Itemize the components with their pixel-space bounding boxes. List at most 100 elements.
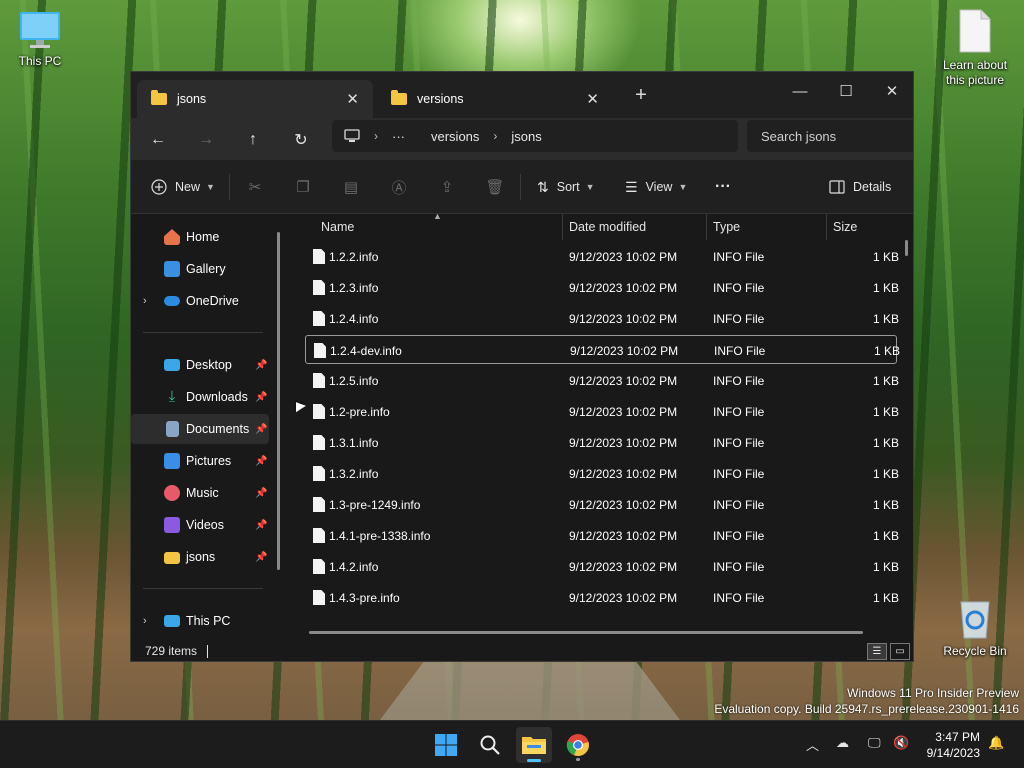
sidebar-item-desktop[interactable]: Desktop 📌 [131,350,269,380]
breadcrumb-jsons[interactable]: jsons [511,129,541,144]
tab-jsons[interactable]: jsons ✕ [137,80,373,118]
column-divider[interactable] [826,214,827,240]
tab-versions[interactable]: versions ✕ [377,80,613,118]
column-header-size[interactable]: Size [833,214,857,240]
volume-muted-icon[interactable]: 🔇 [893,735,909,751]
notification-bell-icon[interactable]: 🔔 [988,735,1004,751]
chevron-down-icon: ▼ [206,182,215,192]
file-row[interactable]: 1.3.1.info 9/12/2023 10:02 PM INFO File 1 K… [305,428,899,457]
plus-circle-icon [151,179,167,195]
close-tab-icon[interactable]: ✕ [346,90,359,108]
sidebar-item-label: Documents [186,422,250,436]
file-row[interactable]: 1.2.4-dev.info 9/12/2023 10:02 PM INFO Fil… [305,335,900,364]
network-icon[interactable]: 🖵 [868,735,881,751]
sidebar-item-this-pc[interactable]: › This PC [131,606,269,636]
search-button[interactable] [472,727,508,763]
pc-icon [164,615,180,627]
details-view-toggle[interactable]: ☰ [867,643,887,660]
file-size: 1 KB [872,374,899,388]
file-row[interactable]: 1.4.3-pre.info 9/12/2023 10:02 PM INFO Fil… [305,583,899,612]
file-row[interactable]: 1.2.5.info 9/12/2023 10:02 PM INFO File 1 K… [305,366,899,395]
column-header-type[interactable]: Type [713,214,740,240]
search-input[interactable]: Search jsons [747,120,913,152]
maximize-button[interactable]: ☐ [823,76,869,106]
address-bar[interactable]: › ··· versions › jsons [332,120,738,152]
file-icon [313,559,325,574]
sidebar-item-onedrive[interactable]: › OneDrive [131,286,269,316]
file-name: 1.3-pre-1249.info [329,498,421,512]
refresh-button[interactable]: ↻ [286,126,316,154]
tab-label: versions [417,92,464,106]
sidebar-item-jsons[interactable]: jsons 📌 [131,542,269,572]
file-date-modified: 9/12/2023 10:02 PM [570,344,679,358]
new-button[interactable]: New ▼ [151,176,215,198]
forward-button[interactable]: → [191,126,221,154]
view-button[interactable]: ☰ View ▼ [625,176,687,198]
sidebar-item-music[interactable]: Music 📌 [131,478,269,508]
file-icon [313,311,325,326]
rename-icon[interactable]: Ⓐ [388,176,410,198]
chevron-right-icon[interactable]: › [143,615,147,627]
desktop-icon-learn-picture[interactable]: Learn about this picture [935,8,1015,88]
desktop-icon-recycle-bin[interactable]: Recycle Bin [935,596,1015,659]
file-row[interactable]: 1.2.4.info 9/12/2023 10:02 PM INFO File 1 K… [305,304,899,333]
up-button[interactable]: ↑ [238,126,268,154]
new-tab-button[interactable]: + [629,84,653,107]
column-header-name[interactable]: Name [321,214,354,240]
sidebar-scrollbar[interactable] [277,232,280,570]
file-row[interactable]: 1.2.3.info 9/12/2023 10:02 PM INFO File 1 K… [305,273,899,302]
file-name: 1.2.3.info [329,281,379,295]
copy-icon[interactable]: ❐ [292,176,314,198]
file-list-horizontal-scrollbar[interactable] [309,631,863,634]
tiles-view-toggle[interactable]: ▭ [890,643,910,660]
minimize-button[interactable]: — [777,76,823,106]
cut-icon[interactable]: ✂ [244,176,266,198]
desktop-icon [164,359,180,371]
arrow-up-icon: ↑ [249,131,257,148]
file-type: INFO File [713,405,765,419]
taskbar-chrome[interactable] [560,727,596,763]
sidebar-item-label: Videos [186,518,224,532]
back-button[interactable]: ← [143,126,173,154]
file-row[interactable]: 1.2-pre.info 9/12/2023 10:02 PM INFO File 1… [305,397,899,426]
close-button[interactable]: ✕ [869,76,913,106]
close-tab-icon[interactable]: ✕ [586,90,599,108]
desktop-icon-this-pc[interactable]: This PC [0,10,80,69]
sidebar-item-documents[interactable]: Documents 📌 [131,414,269,444]
show-hidden-icons-button[interactable]: ︿ [806,735,819,754]
chevron-right-icon[interactable]: › [143,295,147,307]
column-header-date[interactable]: Date modified [569,214,646,240]
file-list-vertical-scrollbar[interactable] [905,240,908,256]
address-overflow-button[interactable]: ··· [392,129,405,144]
sidebar-item-gallery[interactable]: Gallery [131,254,269,284]
file-type: INFO File [713,250,765,264]
pin-icon: 📌 [255,551,268,563]
sidebar-item-home[interactable]: Home [131,222,269,252]
file-type: INFO File [713,529,765,543]
share-icon[interactable]: ⇪ [436,176,458,198]
file-row[interactable]: 1.3.2.info 9/12/2023 10:02 PM INFO File 1 K… [305,459,899,488]
file-row[interactable]: 1.3-pre-1249.info 9/12/2023 10:02 PM INFO … [305,490,899,519]
file-row[interactable]: 1.4.2.info 9/12/2023 10:02 PM INFO File 1 K… [305,552,899,581]
column-divider[interactable] [706,214,707,240]
file-row[interactable]: 1.2.2.info 9/12/2023 10:02 PM INFO File 1 K… [305,242,899,271]
file-size: 1 KB [872,250,899,264]
column-divider[interactable] [562,214,563,240]
delete-icon[interactable]: 🗑 [484,176,506,198]
taskbar-file-explorer[interactable] [516,727,552,763]
sidebar-item-pictures[interactable]: Pictures 📌 [131,446,269,476]
sort-button[interactable]: ⇅ Sort ▼ [537,176,595,198]
clock[interactable]: 3:47 PM 9/14/2023 [918,729,980,761]
see-more-button[interactable]: ··· [715,176,731,198]
paste-icon[interactable]: ▤ [340,176,362,198]
file-row[interactable]: 1.4.1-pre-1338.info 9/12/2023 10:02 PM INF… [305,521,899,550]
sidebar-item-downloads[interactable]: ⤓ Downloads 📌 [131,382,269,412]
start-button[interactable] [428,727,464,763]
breadcrumb-versions[interactable]: versions [431,129,479,144]
file-name: 1.2.5.info [329,374,379,388]
toolbar-divider [520,174,521,200]
pin-icon: 📌 [255,359,268,371]
sidebar-item-videos[interactable]: Videos 📌 [131,510,269,540]
details-button[interactable]: Details [829,176,891,198]
onedrive-tray-icon[interactable]: ☁ [836,735,849,751]
